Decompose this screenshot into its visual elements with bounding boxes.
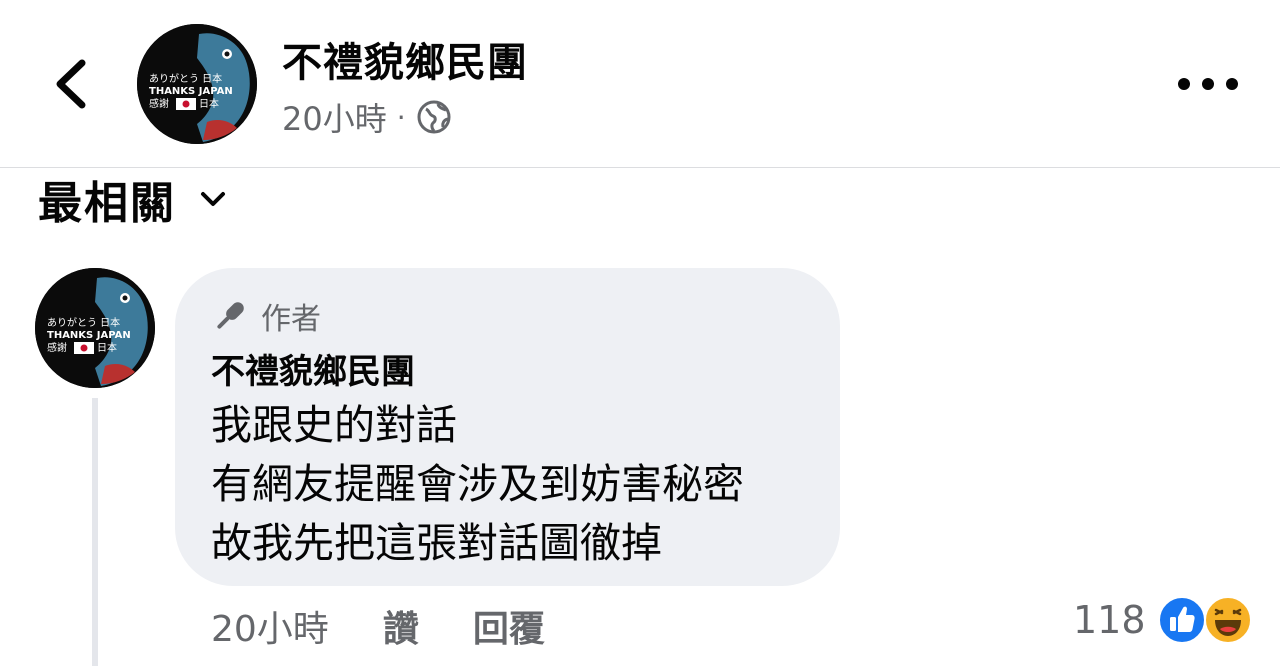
like-icon <box>1157 596 1206 644</box>
comment-bubble[interactable]: 作者 不禮貌鄉民團 我跟史的對話 有網友提醒會涉及到妨害秘密 故我先把這張對話圖… <box>175 268 840 586</box>
author-badge: 作者 <box>211 294 321 338</box>
reaction-summary[interactable]: 118 <box>1073 596 1252 644</box>
comment-text-line: 我跟史的對話 <box>211 401 457 449</box>
microphone-icon <box>217 302 244 329</box>
svg-text:日本: 日本 <box>199 97 219 110</box>
sort-label: 最相關 <box>38 178 176 229</box>
comment-text-line: 故我先把這張對話圖徹掉 <box>211 519 662 567</box>
back-button[interactable] <box>48 55 96 113</box>
meta-separator: · <box>396 100 406 134</box>
haha-icon <box>1203 596 1252 644</box>
author-badge-label: 作者 <box>261 302 321 337</box>
comment-author-name[interactable]: 不禮貌鄉民團 <box>211 344 415 393</box>
svg-text:ありがとう 日本: ありがとう 日本 <box>47 316 120 329</box>
page-name[interactable]: 不禮貌鄉民團 <box>282 30 528 88</box>
header-divider <box>0 167 1280 168</box>
chevron-left-icon <box>56 59 86 109</box>
comment-timestamp[interactable]: 20小時 <box>211 600 329 652</box>
globe-icon <box>417 100 451 134</box>
page-avatar[interactable]: ありがとう 日本 THANKS JAPAN 感謝 日本 <box>137 24 257 144</box>
reply-button[interactable]: 回覆 <box>473 600 545 652</box>
svg-text:THANKS JAPAN: THANKS JAPAN <box>149 86 233 97</box>
post-header: ありがとう 日本 THANKS JAPAN 感謝 日本 不禮貌鄉民團 20小時 … <box>0 0 1280 168</box>
svg-text:THANKS JAPAN: THANKS JAPAN <box>47 330 131 341</box>
comment-text-line: 有網友提醒會涉及到妨害秘密 <box>211 460 744 508</box>
comment-actions: 20小時 讚 回覆 <box>211 600 599 652</box>
more-dot-icon <box>1226 78 1238 90</box>
svg-text:感謝: 感謝 <box>149 97 169 110</box>
reply-thread-line <box>92 398 98 666</box>
chevron-down-icon <box>201 192 225 206</box>
svg-text:ありがとう 日本: ありがとう 日本 <box>149 72 222 85</box>
reaction-count: 118 <box>1073 598 1146 642</box>
comment-text: 我跟史的對話 有網友提醒會涉及到妨害秘密 故我先把這張對話圖徹掉 <box>211 396 744 573</box>
more-dot-icon <box>1178 78 1190 90</box>
svg-text:日本: 日本 <box>97 341 117 354</box>
svg-text:感謝: 感謝 <box>47 341 67 354</box>
post-timestamp[interactable]: 20小時 <box>282 94 387 140</box>
like-button[interactable]: 讚 <box>383 600 419 652</box>
comment-author-avatar[interactable]: ありがとう 日本 THANKS JAPAN 感謝 日本 <box>35 268 155 388</box>
more-dot-icon <box>1202 78 1214 90</box>
post-meta: 20小時 · <box>282 94 452 140</box>
comment-sort-dropdown[interactable]: 最相關 <box>38 170 228 229</box>
more-options-button[interactable] <box>1178 64 1238 104</box>
